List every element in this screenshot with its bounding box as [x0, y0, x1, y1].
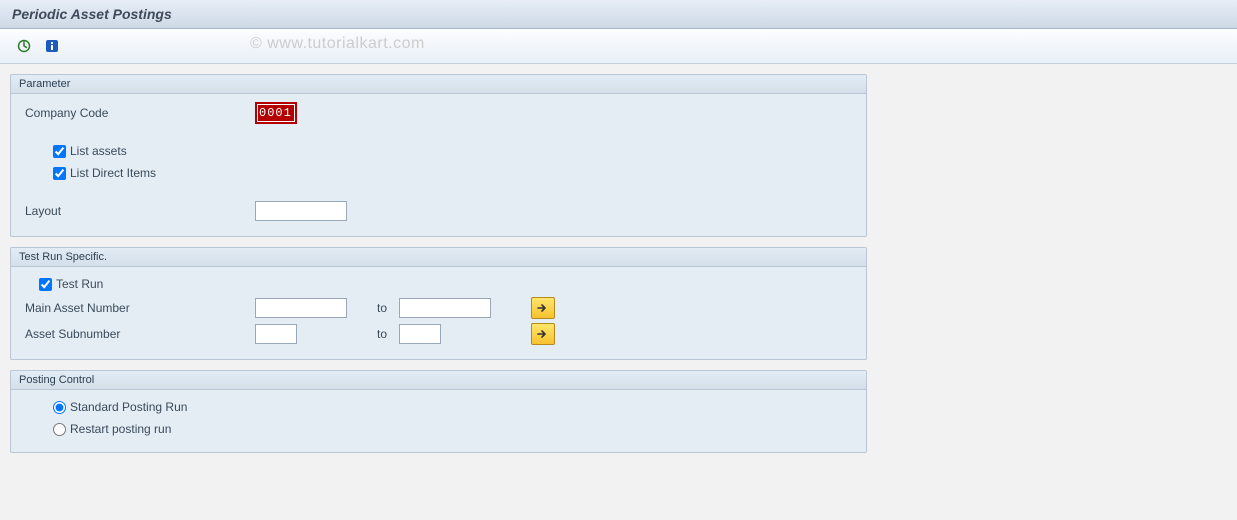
main-asset-multiple-selection-button[interactable]: [531, 297, 555, 319]
main-asset-label: Main Asset Number: [25, 301, 255, 315]
layout-label: Layout: [25, 204, 255, 218]
standard-posting-label: Standard Posting Run: [70, 400, 187, 414]
main-asset-from-input[interactable]: [255, 298, 347, 318]
info-icon: [45, 39, 59, 53]
group-parameter-legend: Parameter: [11, 75, 866, 94]
arrow-right-icon: [537, 329, 549, 339]
company-code-label: Company Code: [25, 106, 255, 120]
arrow-right-icon: [537, 303, 549, 313]
list-assets-label: List assets: [70, 144, 127, 158]
page-title: Periodic Asset Postings: [12, 6, 172, 22]
asset-subnumber-label: Asset Subnumber: [25, 327, 255, 341]
standard-posting-radio[interactable]: [53, 401, 66, 414]
info-button[interactable]: [40, 34, 64, 58]
to-label-1: to: [377, 301, 387, 315]
asset-sub-multiple-selection-button[interactable]: [531, 323, 555, 345]
group-parameter: Parameter Company Code List assets List …: [10, 74, 867, 237]
restart-posting-label: Restart posting run: [70, 422, 171, 436]
company-code-input[interactable]: [255, 102, 297, 124]
list-direct-items-label: List Direct Items: [70, 166, 156, 180]
group-test-run: Test Run Specific. Test Run Main Asset N…: [10, 247, 867, 360]
to-label-2: to: [377, 327, 387, 341]
group-posting-control-legend: Posting Control: [11, 371, 866, 390]
restart-posting-radio[interactable]: [53, 423, 66, 436]
list-direct-items-checkbox[interactable]: [53, 167, 66, 180]
list-assets-checkbox[interactable]: [53, 145, 66, 158]
watermark: © www.tutorialkart.com: [250, 35, 425, 53]
execute-button[interactable]: [12, 34, 36, 58]
asset-sub-to-input[interactable]: [399, 324, 441, 344]
clock-execute-icon: [17, 39, 31, 53]
asset-sub-from-input[interactable]: [255, 324, 297, 344]
main-asset-to-input[interactable]: [399, 298, 491, 318]
header-bar: Periodic Asset Postings: [0, 0, 1237, 29]
test-run-checkbox[interactable]: [39, 278, 52, 291]
layout-input[interactable]: [255, 201, 347, 221]
group-test-run-legend: Test Run Specific.: [11, 248, 866, 267]
group-posting-control: Posting Control Standard Posting Run Res…: [10, 370, 867, 453]
test-run-label: Test Run: [56, 277, 103, 291]
toolbar: © www.tutorialkart.com: [0, 29, 1237, 64]
content-area: Parameter Company Code List assets List …: [0, 64, 1237, 473]
